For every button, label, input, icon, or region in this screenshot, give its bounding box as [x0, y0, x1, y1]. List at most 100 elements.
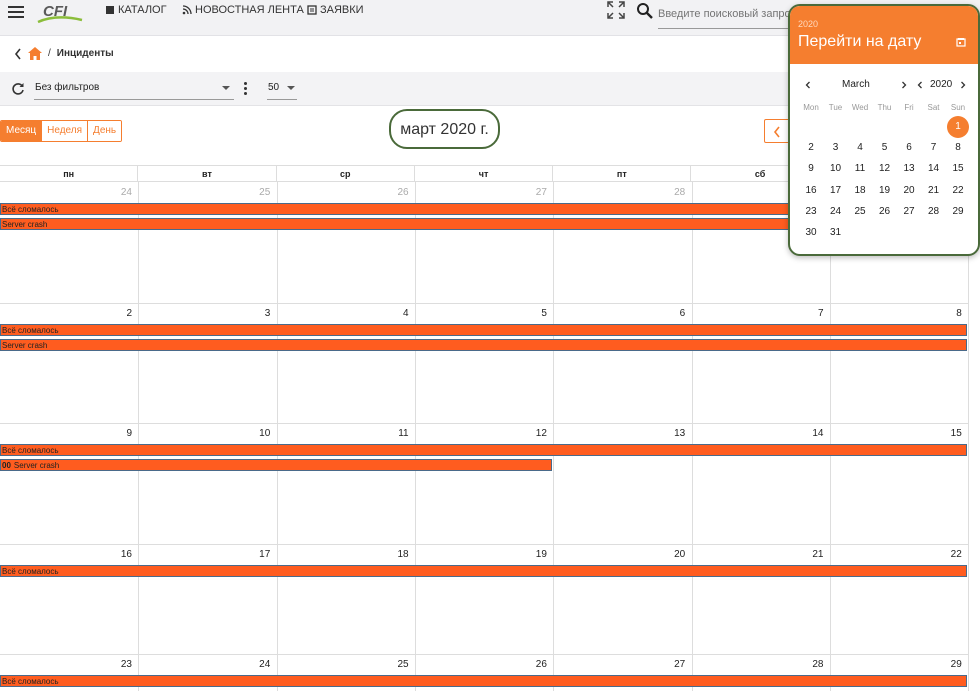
date-picker-day[interactable]: 30 [799, 223, 823, 243]
calendar-day-number[interactable]: 25 [277, 659, 408, 670]
calendar-day-number[interactable]: 8 [830, 308, 962, 319]
more-vert-icon[interactable] [244, 82, 248, 96]
calendar-event[interactable]: Всё сломалось [0, 444, 967, 456]
date-picker-day[interactable]: 6 [897, 138, 921, 158]
date-picker-day[interactable]: 11 [848, 159, 872, 179]
date-picker-day[interactable]: 15 [946, 159, 970, 179]
calendar-event[interactable]: Server crash [0, 339, 967, 351]
calendar-event[interactable]: 00 Server crash [0, 459, 553, 471]
date-picker-day[interactable]: 5 [873, 138, 897, 158]
date-picker-day[interactable]: 23 [799, 202, 823, 222]
calendar-day-number[interactable]: 11 [277, 428, 408, 439]
date-picker-day[interactable]: 25 [848, 202, 872, 222]
calendar-day-number[interactable]: 28 [553, 187, 685, 198]
calendar-day-number[interactable]: 19 [415, 549, 547, 560]
calendar-day-number[interactable]: 7 [692, 308, 824, 319]
date-picker-popup: 2020 Перейти на дату March 2020 Mon Tue We… [788, 4, 980, 256]
date-picker-day[interactable]: 27 [897, 202, 921, 222]
prev-year-chevron-icon[interactable] [916, 81, 924, 89]
calendar-day-number[interactable]: 18 [277, 549, 408, 560]
calendar-day-number[interactable]: 6 [553, 308, 686, 319]
calendar-event-title: Server crash [2, 220, 48, 229]
date-picker-day[interactable]: 22 [946, 181, 970, 201]
calendar-day-number[interactable]: 21 [692, 549, 823, 560]
prev-month-button[interactable] [764, 119, 790, 143]
calendar-event[interactable]: Всё сломалось [0, 565, 967, 577]
date-picker-day-selected[interactable]: 1 [947, 116, 969, 138]
calendar-day-number[interactable]: 13 [553, 428, 685, 439]
search-input[interactable] [658, 0, 798, 29]
calendar-day-number[interactable]: 27 [415, 187, 547, 198]
nav-catalog[interactable]: КАТАЛОГ [105, 4, 167, 16]
view-day-button[interactable]: День [88, 121, 122, 141]
date-picker-day[interactable]: 26 [873, 202, 897, 222]
chevron-left-icon[interactable] [14, 48, 22, 60]
date-picker-day[interactable]: 20 [897, 181, 921, 201]
date-picker-day[interactable]: 29 [946, 202, 970, 222]
calendar-day-number[interactable]: 16 [0, 549, 132, 560]
calendar-event[interactable]: Всё сломалось [0, 324, 967, 336]
calendar-day-number[interactable]: 14 [692, 428, 823, 439]
next-month-chevron-icon[interactable] [900, 81, 908, 89]
date-picker-day[interactable]: 14 [922, 159, 946, 179]
grid-line [0, 303, 968, 304]
calendar-day-number[interactable]: 25 [138, 187, 270, 198]
date-picker-day[interactable]: 13 [897, 159, 921, 179]
view-month-button[interactable]: Месяц [1, 121, 43, 141]
calendar-day-number[interactable]: 20 [553, 549, 685, 560]
nav-feed[interactable]: НОВОСТНАЯ ЛЕНТА [182, 4, 304, 16]
date-picker-day[interactable]: 21 [922, 181, 946, 201]
next-year-chevron-icon[interactable] [959, 81, 967, 89]
calendar-day-number[interactable]: 9 [0, 428, 132, 439]
calendar-day-number[interactable]: 17 [138, 549, 270, 560]
calendar-day-number[interactable]: 4 [277, 308, 409, 319]
calendar-day-number[interactable]: 27 [553, 659, 685, 670]
date-picker-day[interactable]: 9 [799, 159, 823, 179]
date-picker-day[interactable]: 18 [848, 181, 872, 201]
calendar-day-number[interactable]: 22 [830, 549, 962, 560]
date-picker-day[interactable]: 19 [873, 181, 897, 201]
calendar-day-number[interactable]: 29 [830, 659, 962, 670]
calendar-day-number[interactable]: 26 [277, 187, 408, 198]
date-picker-day[interactable]: 4 [848, 138, 872, 158]
date-picker-day[interactable]: 7 [922, 138, 946, 158]
date-picker-day[interactable]: 31 [824, 223, 848, 243]
date-picker-day[interactable]: 17 [824, 181, 848, 201]
date-picker-day[interactable]: 28 [922, 202, 946, 222]
date-picker-month[interactable]: March [842, 79, 870, 90]
calendar-day-number[interactable]: 24 [138, 659, 270, 670]
calendar-day-number[interactable]: 10 [138, 428, 270, 439]
app-root: CFI КАТАЛОГ НОВОСТНАЯ ЛЕНТА ЗАЯВКИ Введи… [0, 0, 980, 691]
menu-icon[interactable] [8, 6, 24, 18]
date-picker-year[interactable]: 2020 [798, 19, 818, 29]
calendar-day-number[interactable]: 28 [692, 659, 823, 670]
calendar-day-number[interactable]: 24 [0, 187, 132, 198]
view-week-button[interactable]: Неделя [42, 121, 89, 141]
date-picker-day[interactable]: 8 [946, 138, 970, 158]
date-picker-year-label[interactable]: 2020 [930, 79, 952, 90]
cfi-logo[interactable]: CFI [36, 0, 84, 24]
calendar-day-number[interactable]: 23 [0, 659, 132, 670]
calendar-icon[interactable] [956, 37, 966, 47]
calendar-day-number[interactable]: 15 [830, 428, 962, 439]
calendar-day-number[interactable]: 26 [415, 659, 547, 670]
date-picker-day[interactable]: 24 [824, 202, 848, 222]
date-picker-day[interactable]: 12 [873, 159, 897, 179]
calendar-day-number[interactable]: 12 [415, 428, 547, 439]
fullscreen-icon[interactable] [607, 1, 625, 19]
calendar-day-number[interactable]: 5 [415, 308, 547, 319]
home-icon[interactable] [28, 47, 42, 60]
date-picker-day[interactable]: 10 [824, 159, 848, 179]
filter-select[interactable]: Без фильтров [34, 75, 234, 100]
prev-month-chevron-icon[interactable] [804, 81, 812, 89]
page-size-select[interactable]: 50 [267, 75, 297, 100]
calendar-day-number[interactable]: 2 [0, 308, 132, 319]
date-picker-day[interactable]: 3 [824, 138, 848, 158]
date-picker-day[interactable]: 16 [799, 181, 823, 201]
nav-requests[interactable]: ЗАЯВКИ [307, 4, 364, 16]
refresh-icon[interactable] [11, 82, 25, 96]
calendar-event[interactable]: Всё сломалось [0, 675, 967, 687]
search-icon[interactable] [636, 2, 654, 20]
date-picker-day[interactable]: 2 [799, 138, 823, 158]
calendar-day-number[interactable]: 3 [138, 308, 271, 319]
